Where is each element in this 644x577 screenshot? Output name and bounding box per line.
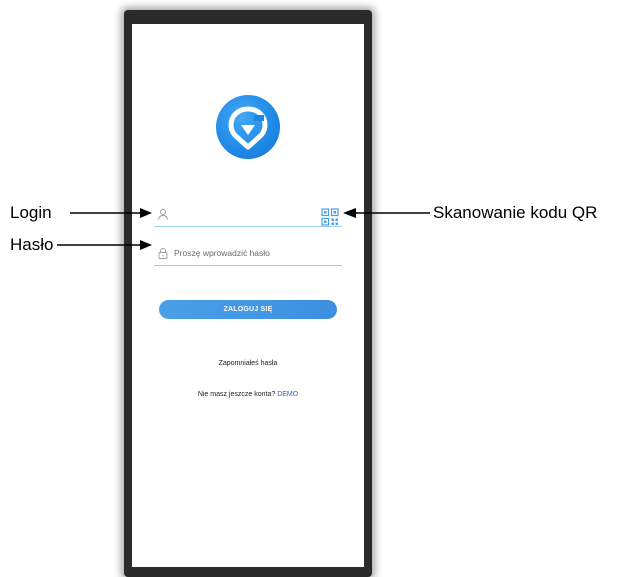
login-annotation: Login bbox=[10, 203, 52, 222]
login-arrow bbox=[70, 208, 152, 218]
password-arrow bbox=[57, 240, 152, 250]
qr-scan-annotation: Skanowanie kodu QR bbox=[433, 203, 598, 222]
annotation-arrows bbox=[57, 208, 430, 250]
qr-arrow bbox=[343, 208, 430, 218]
figure: ZALOGUJ SIĘ Zapomniałeś hasła Nie masz j… bbox=[0, 0, 644, 577]
password-annotation: Hasło bbox=[10, 235, 54, 254]
